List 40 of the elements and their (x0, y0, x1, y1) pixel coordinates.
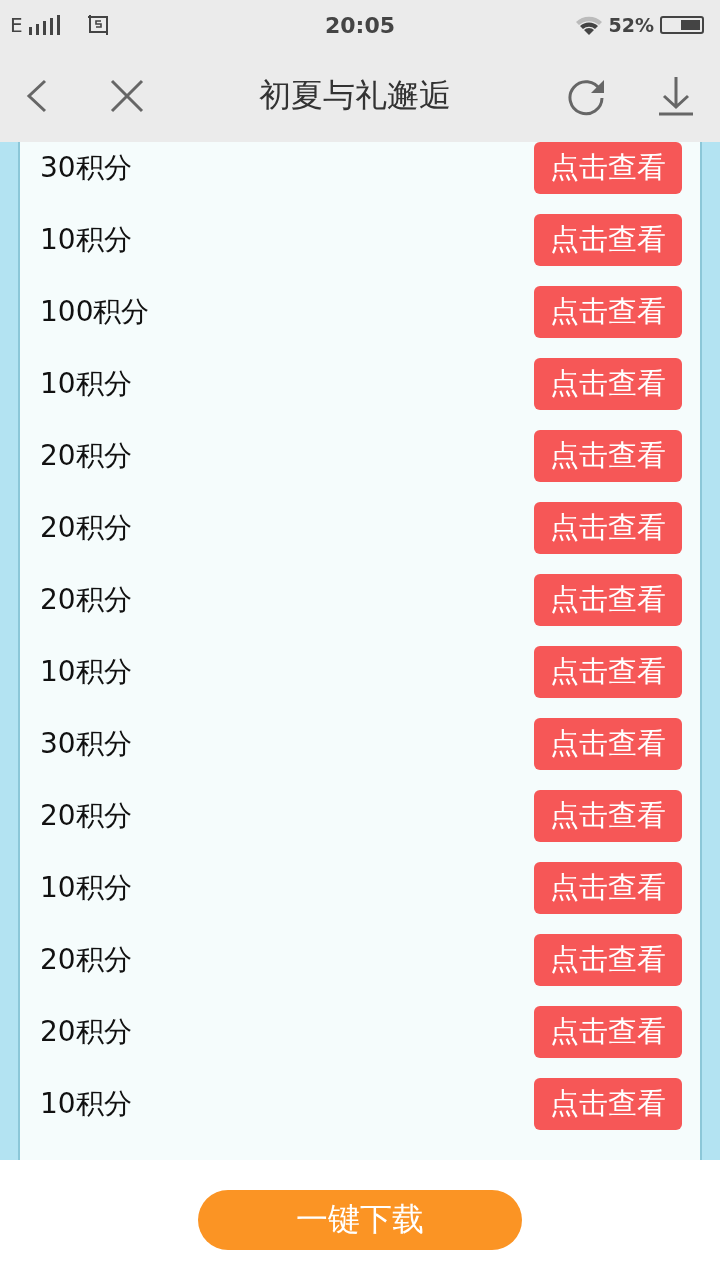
close-icon[interactable] (110, 79, 144, 113)
view-button[interactable]: 点击查看 (534, 214, 682, 266)
screenshot-icon (86, 14, 111, 36)
back-icon[interactable] (26, 79, 48, 113)
points-label: 20积分 (40, 438, 132, 474)
view-button[interactable]: 点击查看 (534, 358, 682, 410)
view-button[interactable]: 点击查看 (534, 1006, 682, 1058)
points-label: 10积分 (40, 1086, 132, 1122)
view-button[interactable]: 点击查看 (534, 934, 682, 986)
view-button[interactable]: 点击查看 (534, 430, 682, 482)
points-label: 20积分 (40, 942, 132, 978)
points-label: 10积分 (40, 870, 132, 906)
download-all-button[interactable]: 一键下载 (198, 1190, 522, 1250)
signal-icon (28, 15, 63, 35)
points-label: 10积分 (40, 654, 132, 690)
page-title: 初夏与礼邂逅 (258, 75, 452, 116)
view-button[interactable]: 点击查看 (534, 142, 682, 194)
points-label: 10积分 (40, 222, 132, 258)
view-button[interactable]: 点击查看 (534, 1078, 682, 1130)
points-label: 10积分 (40, 366, 132, 402)
points-label: 20积分 (40, 798, 132, 834)
points-label: 30积分 (40, 150, 132, 186)
view-button[interactable]: 点击查看 (534, 574, 682, 626)
download-icon[interactable] (658, 76, 694, 116)
wifi-icon (574, 14, 603, 36)
points-label: 20积分 (40, 510, 132, 546)
view-button[interactable]: 点击查看 (534, 862, 682, 914)
points-label: 20积分 (40, 582, 132, 618)
clock: 20:05 (325, 12, 395, 38)
battery-percent: 52% (608, 14, 654, 36)
points-label: 20积分 (40, 1014, 132, 1050)
view-button[interactable]: 点击查看 (534, 502, 682, 554)
view-button[interactable]: 点击查看 (534, 718, 682, 770)
battery-icon (660, 16, 704, 34)
points-label: 100积分 (40, 294, 150, 330)
view-button[interactable]: 点击查看 (534, 790, 682, 842)
view-button[interactable]: 点击查看 (534, 646, 682, 698)
network-type: E (10, 13, 23, 37)
view-button[interactable]: 点击查看 (534, 286, 682, 338)
points-label: 30积分 (40, 726, 132, 762)
